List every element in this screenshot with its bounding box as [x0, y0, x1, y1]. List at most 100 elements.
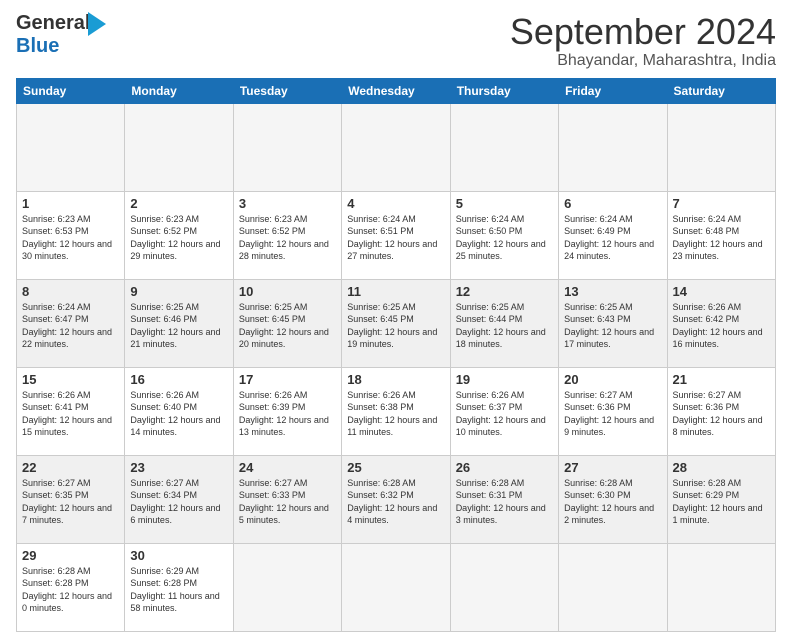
day-info: Sunrise: 6:29 AMSunset: 6:28 PMDaylight:… [130, 565, 227, 615]
day-number: 9 [130, 284, 227, 299]
day-number: 13 [564, 284, 661, 299]
day-info: Sunrise: 6:26 AMSunset: 6:37 PMDaylight:… [456, 389, 553, 439]
table-row: 17 Sunrise: 6:26 AMSunset: 6:39 PMDayligh… [233, 367, 341, 455]
day-info: Sunrise: 6:24 AMSunset: 6:50 PMDaylight:… [456, 213, 553, 263]
calendar-table: Sunday Monday Tuesday Wednesday Thursday… [16, 78, 776, 632]
table-row [450, 543, 558, 631]
table-row: 6 Sunrise: 6:24 AMSunset: 6:49 PMDaylight… [559, 191, 667, 279]
table-row: 9 Sunrise: 6:25 AMSunset: 6:46 PMDaylight… [125, 279, 233, 367]
day-number: 8 [22, 284, 119, 299]
table-row: 2 Sunrise: 6:23 AMSunset: 6:52 PMDaylight… [125, 191, 233, 279]
table-row [667, 103, 775, 191]
day-info: Sunrise: 6:26 AMSunset: 6:42 PMDaylight:… [673, 301, 770, 351]
table-row [342, 103, 450, 191]
table-row: 10Sunrise: 6:25 AMSunset: 6:45 PMDayligh… [233, 279, 341, 367]
logo-blue: Blue [16, 35, 59, 57]
day-info: Sunrise: 6:25 AMSunset: 6:44 PMDaylight:… [456, 301, 553, 351]
col-wednesday: Wednesday [342, 78, 450, 103]
day-info: Sunrise: 6:24 AMSunset: 6:48 PMDaylight:… [673, 213, 770, 263]
day-number: 17 [239, 372, 336, 387]
col-monday: Monday [125, 78, 233, 103]
calendar-week-row: 29Sunrise: 6:28 AMSunset: 6:28 PMDayligh… [17, 543, 776, 631]
table-row [667, 543, 775, 631]
col-saturday: Saturday [667, 78, 775, 103]
table-row: 4Sunrise: 6:24 AMSunset: 6:51 PMDaylight… [342, 191, 450, 279]
day-number: 26 [456, 460, 553, 475]
day-number: 10 [239, 284, 336, 299]
day-info: Sunrise: 6:24 AMSunset: 6:49 PMDaylight:… [564, 213, 661, 263]
table-row: 21 Sunrise: 6:27 AMSunset: 6:36 PMDayligh… [667, 367, 775, 455]
table-row [233, 103, 341, 191]
day-info: Sunrise: 6:23 AMSunset: 6:53 PMDaylight:… [22, 213, 119, 263]
day-number: 15 [22, 372, 119, 387]
day-number: 1 [22, 196, 119, 211]
logo-general: General [16, 12, 90, 34]
day-number: 2 [130, 196, 227, 211]
day-info: Sunrise: 6:25 AMSunset: 6:45 PMDaylight:… [347, 301, 444, 351]
day-number: 7 [673, 196, 770, 211]
day-info: Sunrise: 6:27 AMSunset: 6:36 PMDaylight:… [564, 389, 661, 439]
day-number: 6 [564, 196, 661, 211]
day-number: 18 [347, 372, 444, 387]
day-number: 29 [22, 548, 119, 563]
table-row: 24 Sunrise: 6:27 AMSunset: 6:33 PMDayligh… [233, 455, 341, 543]
calendar-week-row: 15 Sunrise: 6:26 AMSunset: 6:41 PMDayligh… [17, 367, 776, 455]
day-info: Sunrise: 6:28 AMSunset: 6:29 PMDaylight:… [673, 477, 770, 527]
table-row: 15 Sunrise: 6:26 AMSunset: 6:41 PMDayligh… [17, 367, 125, 455]
table-row: 13 Sunrise: 6:25 AMSunset: 6:43 PMDayligh… [559, 279, 667, 367]
day-info: Sunrise: 6:27 AMSunset: 6:36 PMDaylight:… [673, 389, 770, 439]
day-number: 28 [673, 460, 770, 475]
table-row: 5 Sunrise: 6:24 AMSunset: 6:50 PMDaylight… [450, 191, 558, 279]
day-number: 5 [456, 196, 553, 211]
month-title: September 2024 [510, 12, 776, 52]
table-row: 30Sunrise: 6:29 AMSunset: 6:28 PMDayligh… [125, 543, 233, 631]
day-number: 23 [130, 460, 227, 475]
day-info: Sunrise: 6:25 AMSunset: 6:43 PMDaylight:… [564, 301, 661, 351]
col-friday: Friday [559, 78, 667, 103]
day-number: 20 [564, 372, 661, 387]
table-row [17, 103, 125, 191]
day-info: Sunrise: 6:24 AMSunset: 6:51 PMDaylight:… [347, 213, 444, 263]
location-title: Bhayandar, Maharashtra, India [510, 52, 776, 70]
table-row: 8Sunrise: 6:24 AMSunset: 6:47 PMDaylight… [17, 279, 125, 367]
day-number: 21 [673, 372, 770, 387]
day-info: Sunrise: 6:23 AMSunset: 6:52 PMDaylight:… [239, 213, 336, 263]
day-number: 25 [347, 460, 444, 475]
day-info: Sunrise: 6:26 AMSunset: 6:41 PMDaylight:… [22, 389, 119, 439]
table-row: 28 Sunrise: 6:28 AMSunset: 6:29 PMDayligh… [667, 455, 775, 543]
day-info: Sunrise: 6:27 AMSunset: 6:35 PMDaylight:… [22, 477, 119, 527]
table-row: 22 Sunrise: 6:27 AMSunset: 6:35 PMDayligh… [17, 455, 125, 543]
day-info: Sunrise: 6:26 AMSunset: 6:38 PMDaylight:… [347, 389, 444, 439]
table-row: 26 Sunrise: 6:28 AMSunset: 6:31 PMDayligh… [450, 455, 558, 543]
table-row: 18 Sunrise: 6:26 AMSunset: 6:38 PMDayligh… [342, 367, 450, 455]
table-row: 3 Sunrise: 6:23 AMSunset: 6:52 PMDaylight… [233, 191, 341, 279]
page: General Blue September 2024 Bhayandar, M… [0, 0, 792, 612]
table-row: 14 Sunrise: 6:26 AMSunset: 6:42 PMDayligh… [667, 279, 775, 367]
calendar-week-row: 22 Sunrise: 6:27 AMSunset: 6:35 PMDayligh… [17, 455, 776, 543]
day-info: Sunrise: 6:23 AMSunset: 6:52 PMDaylight:… [130, 213, 227, 263]
table-row [450, 103, 558, 191]
day-number: 22 [22, 460, 119, 475]
col-tuesday: Tuesday [233, 78, 341, 103]
day-info: Sunrise: 6:25 AMSunset: 6:46 PMDaylight:… [130, 301, 227, 351]
day-info: Sunrise: 6:27 AMSunset: 6:33 PMDaylight:… [239, 477, 336, 527]
day-number: 12 [456, 284, 553, 299]
table-row: 7 Sunrise: 6:24 AMSunset: 6:48 PMDaylight… [667, 191, 775, 279]
day-number: 3 [239, 196, 336, 211]
table-row [125, 103, 233, 191]
col-thursday: Thursday [450, 78, 558, 103]
day-info: Sunrise: 6:26 AMSunset: 6:40 PMDaylight:… [130, 389, 227, 439]
day-info: Sunrise: 6:28 AMSunset: 6:32 PMDaylight:… [347, 477, 444, 527]
table-row: 23Sunrise: 6:27 AMSunset: 6:34 PMDayligh… [125, 455, 233, 543]
day-number: 11 [347, 284, 444, 299]
table-row: 29Sunrise: 6:28 AMSunset: 6:28 PMDayligh… [17, 543, 125, 631]
calendar-header-row: Sunday Monday Tuesday Wednesday Thursday… [17, 78, 776, 103]
day-number: 24 [239, 460, 336, 475]
table-row: 19Sunrise: 6:26 AMSunset: 6:37 PMDayligh… [450, 367, 558, 455]
day-info: Sunrise: 6:28 AMSunset: 6:31 PMDaylight:… [456, 477, 553, 527]
day-info: Sunrise: 6:26 AMSunset: 6:39 PMDaylight:… [239, 389, 336, 439]
title-block: September 2024 Bhayandar, Maharashtra, I… [510, 12, 776, 70]
table-row: 12 Sunrise: 6:25 AMSunset: 6:44 PMDayligh… [450, 279, 558, 367]
table-row [342, 543, 450, 631]
day-number: 14 [673, 284, 770, 299]
